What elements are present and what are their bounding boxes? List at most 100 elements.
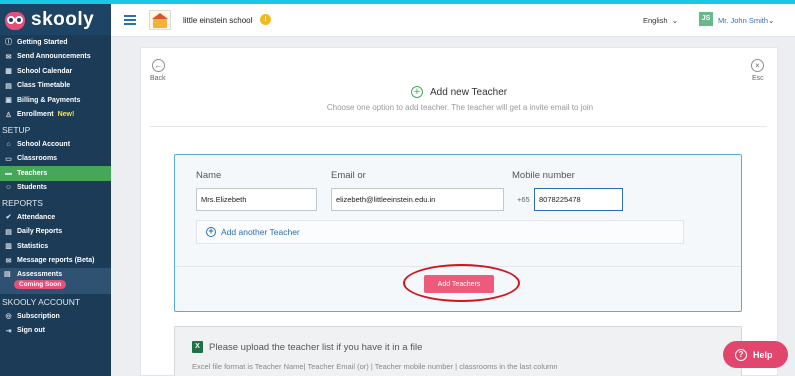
teacher-form-panel: Name Email or Mobile number Mrs.Elizebet… — [174, 154, 742, 312]
sidebar-nav-account: ◎ Subscription ⇥ Sign out — [0, 309, 111, 338]
message-report-icon: ✉ — [5, 257, 12, 265]
teacher-icon: ▬ — [5, 169, 12, 177]
menu-icon[interactable] — [124, 15, 136, 25]
brand[interactable]: skooly — [0, 4, 111, 35]
sidebar-item-enrollment[interactable]: ♙ Enrollment New! — [0, 108, 111, 123]
chevron-down-icon: ⌄ — [671, 16, 679, 25]
sidebar-item-sign-out[interactable]: ⇥ Sign out — [0, 324, 111, 339]
subscription-icon: ◎ — [5, 313, 12, 321]
calendar-icon: ▦ — [5, 68, 12, 76]
sidebar-item-students[interactable]: ☺ Students — [0, 181, 111, 196]
page-title-row: + Add new Teacher — [411, 86, 507, 98]
question-icon: ? — [735, 348, 747, 361]
sidebar-item-label: Send Announcements — [17, 53, 91, 61]
add-another-teacher-button[interactable]: + Add another Teacher — [196, 220, 684, 244]
sidebar-item-billing-payments[interactable]: ▣ Billing & Payments — [0, 93, 111, 108]
assessment-icon: ▤ — [4, 271, 11, 278]
sidebar-item-school-calendar[interactable]: ▦ School Calendar — [0, 64, 111, 79]
email-label: Email or — [331, 170, 366, 181]
upload-title: Please upload the teacher list if you ha… — [209, 341, 423, 353]
school-logo-icon — [149, 10, 171, 30]
sidebar-item-label: Teachers — [17, 169, 48, 177]
statistics-icon: ▥ — [5, 243, 12, 251]
language-selector[interactable]: English ⌄ — [643, 16, 678, 25]
sidebar-item-label: Getting Started — [17, 38, 68, 46]
name-field[interactable]: Mrs.Elizebeth — [196, 188, 317, 211]
excel-icon: X — [192, 341, 203, 353]
sidebar-item-subscription[interactable]: ◎ Subscription — [0, 309, 111, 324]
timetable-icon: ▤ — [5, 82, 12, 90]
email-field[interactable]: elizebeth@littleeinstein.edu.in — [331, 188, 504, 211]
sidebar-item-school-account[interactable]: ⌂ School Account — [0, 137, 111, 152]
help-label: Help — [753, 349, 773, 360]
add-teacher-card: ← Back × Esc + Add new Teacher Choose on… — [140, 47, 778, 376]
sidebar-item-daily-reports[interactable]: ▤ Daily Reports — [0, 225, 111, 240]
plus-circle-icon: + — [206, 227, 216, 237]
sidebar-item-label: Sign out — [17, 327, 45, 335]
user-menu[interactable]: Mr. John Smith⌄ — [718, 16, 774, 25]
avatar[interactable]: JS — [699, 12, 713, 26]
plus-circle-icon: + — [411, 86, 423, 98]
sidebar-item-getting-started[interactable]: ⓘ Getting Started — [0, 35, 111, 50]
close-icon[interactable]: × — [751, 59, 764, 72]
section-skooly-account: SKOOLY ACCOUNT — [2, 296, 81, 307]
back-arrow-icon[interactable]: ← — [152, 59, 165, 72]
country-code[interactable]: +65 — [517, 195, 530, 204]
coming-soon-badge: Coming Soon — [14, 280, 67, 289]
chevron-down-icon: ⌄ — [768, 16, 775, 25]
megaphone-icon: ✉ — [5, 53, 12, 61]
owl-logo-icon — [4, 10, 26, 30]
sidebar-item-label: School Account — [17, 140, 71, 148]
sidebar-item-label: Statistics — [17, 242, 49, 250]
back-button[interactable]: Back — [150, 75, 166, 82]
billing-icon: ▣ — [5, 97, 12, 105]
language-label: English — [643, 16, 668, 25]
attendance-icon: ✔ — [5, 214, 12, 222]
daily-report-icon: ▤ — [5, 228, 12, 236]
sidebar-item-statistics[interactable]: ▥ Statistics — [0, 239, 111, 254]
sidebar-item-attendance[interactable]: ✔ Attendance — [0, 210, 111, 225]
mobile-field[interactable]: 8078225478 — [534, 188, 623, 211]
sidebar-item-label: Subscription — [17, 312, 60, 320]
sidebar-nav-setup: ⌂ School Account ▭ Classrooms ▬ Teachers ☺ Stud… — [0, 137, 111, 195]
sidebar-item-label: Attendance — [17, 213, 56, 221]
upload-panel[interactable]: X Please upload the teacher list if you … — [174, 326, 742, 376]
sidebar-item-message-reports-beta[interactable]: ✉ Message reports (Beta) — [0, 254, 111, 269]
upload-hint: Excel file format is Teacher Name| Teach… — [192, 362, 558, 371]
esc-button[interactable]: Esc — [752, 75, 764, 82]
section-reports: REPORTS — [2, 197, 43, 208]
sidebar-item-label: Assessments — [17, 270, 63, 278]
sidebar-item-label: Daily Reports — [17, 228, 63, 236]
sidebar-item-label: School Calendar — [17, 67, 73, 75]
page-title: Add new Teacher — [430, 86, 508, 98]
school-alert-icon[interactable]: ! — [260, 14, 271, 25]
sidebar-item-teachers[interactable]: ▬ Teachers — [0, 166, 111, 181]
school-icon: ⌂ — [6, 140, 11, 148]
add-another-label: Add another Teacher — [221, 227, 300, 237]
school-name[interactable]: little einstein school — [183, 16, 252, 25]
sidebar-item-label: Classrooms — [17, 155, 58, 163]
student-icon: ☺ — [4, 184, 13, 192]
user-name: Mr. John Smith — [718, 16, 769, 25]
sidebar-nav-top: ⓘ Getting Started ✉ Send Announcements ▦ Scho… — [0, 35, 111, 122]
sidebar-item-send-announcements[interactable]: ✉ Send Announcements — [0, 50, 111, 65]
sidebar-item-label: Message reports (Beta) — [17, 257, 95, 265]
sidebar-item-assessments[interactable]: ▤ Assessments Coming Soon — [0, 268, 111, 294]
sidebar-item-class-timetable[interactable]: ▤ Class Timetable — [0, 79, 111, 94]
divider — [150, 126, 767, 127]
person-icon: ♙ — [5, 111, 12, 119]
mobile-label: Mobile number — [512, 170, 575, 181]
brand-name: skooly — [31, 8, 95, 30]
sidebar-nav-reports: ✔ Attendance ▤ Daily Reports ▥ Statistics ✉ Mes… — [0, 210, 111, 268]
sidebar-item-classrooms[interactable]: ▭ Classrooms — [0, 152, 111, 167]
help-button[interactable]: ? Help — [723, 341, 788, 368]
classroom-icon: ▭ — [5, 155, 12, 163]
section-setup: SETUP — [2, 124, 31, 135]
new-badge: New! — [57, 111, 75, 119]
name-label: Name — [196, 170, 222, 181]
sidebar: skooly ⓘ Getting Started ✉ Send Announcemen… — [0, 4, 111, 376]
upload-title-row: X Please upload the teacher list if you … — [192, 341, 422, 353]
highlight-ring-annotation — [403, 264, 520, 302]
signout-icon: ⇥ — [5, 327, 12, 335]
sidebar-item-label: Class Timetable — [17, 82, 71, 90]
